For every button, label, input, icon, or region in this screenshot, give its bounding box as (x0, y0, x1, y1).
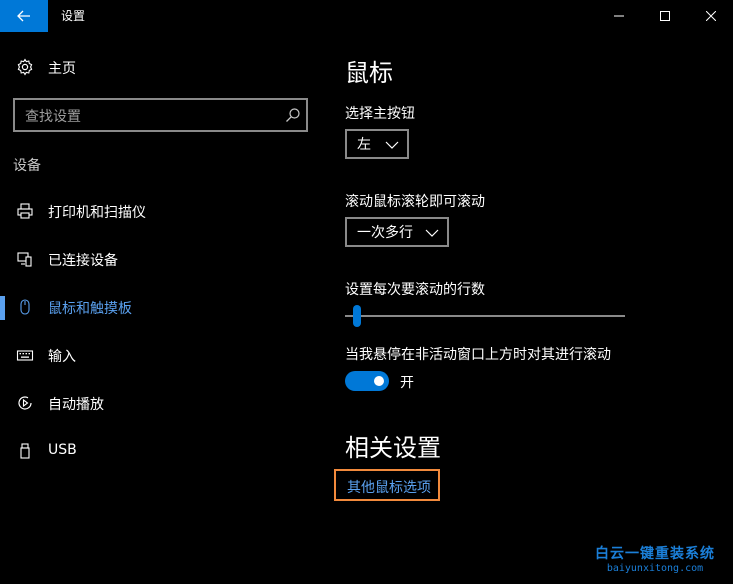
printer-icon (15, 201, 35, 221)
sidebar-item-label: USB (48, 442, 77, 458)
lines-to-scroll-slider-track[interactable] (345, 315, 625, 317)
window-title: 设置 (61, 9, 86, 23)
sidebar-item-autoplay[interactable]: 自动播放 (0, 381, 320, 425)
highlight-box: 其他鼠标选项 (334, 469, 440, 501)
inactive-scroll-toggle[interactable] (345, 371, 389, 391)
primary-button-label: 选择主按钮 (345, 106, 415, 122)
watermark-url: baiyunxitong.com (606, 563, 704, 574)
sidebar-item-usb[interactable]: USB (0, 429, 320, 473)
wheel-scroll-label: 滚动鼠标滚轮即可滚动 (345, 194, 485, 210)
chevron-down-icon (385, 141, 399, 149)
close-button[interactable] (688, 0, 733, 32)
gear-icon (15, 57, 35, 77)
chevron-down-icon (425, 229, 439, 237)
sidebar-item-label: 自动播放 (48, 397, 104, 413)
sidebar-item-printers[interactable]: 打印机和扫描仪 (0, 189, 320, 233)
maximize-button[interactable] (642, 0, 688, 32)
connected-devices-icon (15, 249, 35, 269)
back-button[interactable] (0, 0, 48, 32)
sidebar-item-label: 输入 (48, 349, 76, 365)
sidebar-item-typing[interactable]: 输入 (0, 333, 320, 377)
page-title: 鼠标 (345, 59, 393, 87)
mouse-icon (15, 297, 35, 317)
sidebar-item-label: 鼠标和触摸板 (48, 301, 132, 317)
search-icon[interactable] (285, 107, 301, 123)
title-bar: 设置 (0, 0, 733, 32)
close-icon (706, 11, 716, 21)
watermark-text: 白云一键重装系统 (595, 546, 715, 562)
toggle-knob (374, 376, 384, 386)
toggle-state-label: 开 (400, 375, 414, 391)
autoplay-icon (15, 393, 35, 413)
sidebar-item-label: 主页 (48, 61, 76, 77)
watermark: 白云一键重装系统 baiyunxitong.com (580, 543, 730, 574)
sidebar-item-mouse-touchpad[interactable]: 鼠标和触摸板 (0, 285, 320, 329)
section-label: 设备 (13, 158, 41, 174)
additional-mouse-options-link[interactable]: 其他鼠标选项 (347, 477, 431, 497)
sidebar-item-label: 打印机和扫描仪 (48, 205, 146, 221)
minimize-icon (614, 15, 624, 17)
active-indicator (0, 296, 5, 320)
sidebar-item-connected-devices[interactable]: 已连接设备 (0, 237, 320, 281)
inactive-scroll-label: 当我悬停在非活动窗口上方时对其进行滚动 (345, 347, 611, 363)
related-settings-title: 相关设置 (345, 434, 441, 462)
maximize-icon (660, 11, 670, 21)
sidebar-item-home[interactable]: 主页 (0, 45, 320, 89)
back-arrow-icon (17, 10, 30, 22)
primary-button-dropdown[interactable]: 左 (345, 129, 409, 159)
wheel-scroll-dropdown[interactable]: 一次多行 (345, 217, 449, 247)
lines-to-scroll-slider-thumb[interactable] (353, 305, 361, 327)
sidebar-item-label: 已连接设备 (48, 253, 118, 269)
dropdown-value: 一次多行 (357, 225, 413, 241)
dropdown-value: 左 (357, 137, 371, 153)
search-placeholder: 查找设置 (25, 109, 81, 125)
usb-icon (15, 441, 35, 461)
search-input[interactable]: 查找设置 (13, 98, 308, 132)
lines-to-scroll-label: 设置每次要滚动的行数 (345, 282, 485, 298)
minimize-button[interactable] (596, 0, 642, 32)
keyboard-icon (15, 345, 35, 365)
